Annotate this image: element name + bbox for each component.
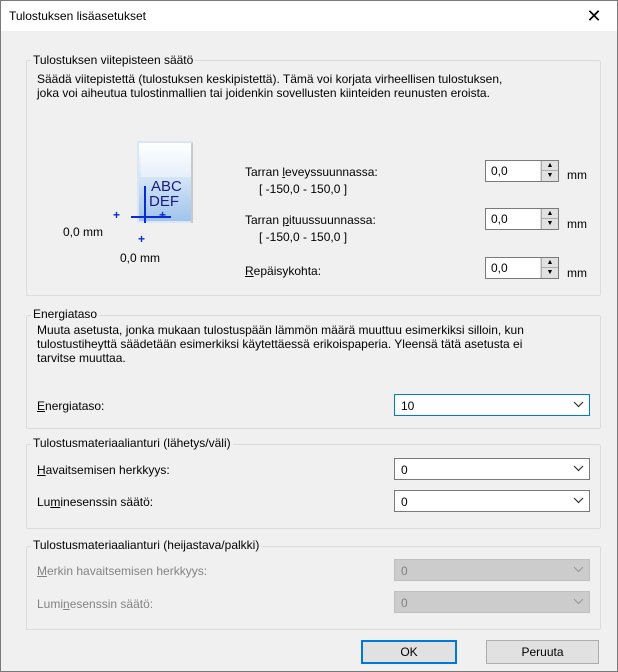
transmissive-sensitivity-value: 0 (401, 463, 408, 477)
tear-position-value: 0,0 (491, 261, 508, 275)
width-label: Tarran leveyssuunnassa: (245, 165, 378, 179)
width-range: [ -150,0 - 150,0 ] (259, 182, 348, 196)
y-offset-label: 0,0 mm (120, 251, 161, 265)
width-down-arrow-icon[interactable]: ▼ (541, 171, 558, 181)
chevron-down-icon (573, 401, 584, 408)
reflective-sensor-group-title: Tulostusmateriaalianturi (heijastava/pal… (31, 538, 262, 552)
chevron-down-icon (573, 497, 584, 504)
length-down-arrow-icon[interactable]: ▼ (541, 219, 558, 229)
tear-position-unit: mm (567, 266, 587, 280)
reflective-sensitivity-label: Merkin havaitsemisen herkkyys: (37, 564, 208, 578)
width-spinbox[interactable]: 0,0 ▲ ▼ (485, 160, 559, 182)
reflective-sensitivity-dropdown: 0 (394, 559, 590, 581)
width-unit: mm (567, 168, 587, 182)
tear-down-arrow-icon[interactable]: ▼ (541, 268, 558, 278)
energy-group-title: Energiataso (31, 307, 100, 321)
transmissive-sensor-group-title: Tulostusmateriaalianturi (lähetys/väli) (31, 436, 233, 450)
length-spinbox[interactable]: 0,0 ▲ ▼ (485, 208, 559, 230)
reflective-luminance-label: Luminesenssin säätö: (37, 597, 154, 611)
reference-point-group-title: Tulostuksen viitepisteen säätö (31, 53, 196, 67)
transmissive-sensitivity-label: Havaitsemisen herkkyys: (37, 463, 170, 477)
energy-level-value: 10 (401, 399, 415, 413)
reflective-luminance-dropdown: 0 (394, 591, 590, 613)
close-button[interactable]: ✕ (571, 1, 617, 31)
crosshair-plus-right-icon: + (159, 208, 167, 222)
transmissive-sensor-group (26, 444, 601, 529)
ok-button[interactable]: OK (361, 640, 457, 664)
length-unit: mm (567, 217, 587, 231)
energy-description: Muuta asetusta, jonka mukaan tulostuspää… (37, 323, 524, 365)
transmissive-luminance-dropdown[interactable]: 0 (394, 490, 590, 512)
length-label: Tarran pituussuunnassa: (245, 213, 376, 227)
reference-description: Säädä viitepistettä (tulostuksen keskipi… (37, 72, 503, 100)
transmissive-luminance-label: Luminesenssin säätö: (37, 495, 154, 509)
width-value: 0,0 (491, 164, 508, 178)
x-offset-label: 0,0 mm (63, 225, 104, 239)
tear-position-spinbox[interactable]: 0,0 ▲ ▼ (485, 257, 559, 279)
cancel-button[interactable]: Peruuta (486, 640, 599, 664)
length-up-arrow-icon[interactable]: ▲ (541, 209, 558, 219)
chevron-down-icon (573, 465, 584, 472)
energy-level-label: Energiataso: (37, 399, 105, 413)
crosshair-plus-down-icon: + (138, 232, 146, 246)
energy-level-dropdown[interactable]: 10 (394, 394, 590, 416)
transmissive-luminance-value: 0 (401, 495, 408, 509)
reflective-luminance-value: 0 (401, 596, 408, 610)
window-title: Tulostuksen lisäasetukset (9, 9, 146, 23)
transmissive-sensitivity-dropdown[interactable]: 0 (394, 458, 590, 480)
width-up-arrow-icon[interactable]: ▲ (541, 161, 558, 171)
title-bar: Tulostuksen lisäasetukset ✕ (1, 1, 617, 31)
chevron-down-icon (573, 598, 584, 605)
chevron-down-icon (573, 566, 584, 573)
reflective-sensitivity-value: 0 (401, 564, 408, 578)
tear-position-label: Repäisykohta: (245, 264, 322, 278)
tear-up-arrow-icon[interactable]: ▲ (541, 258, 558, 268)
length-range: [ -150,0 - 150,0 ] (259, 230, 348, 244)
crosshair-plus-left-icon: + (113, 208, 121, 222)
dialog-window: Tulostuksen lisäasetukset ✕ Tulostuksen … (0, 0, 618, 672)
length-value: 0,0 (491, 212, 508, 226)
